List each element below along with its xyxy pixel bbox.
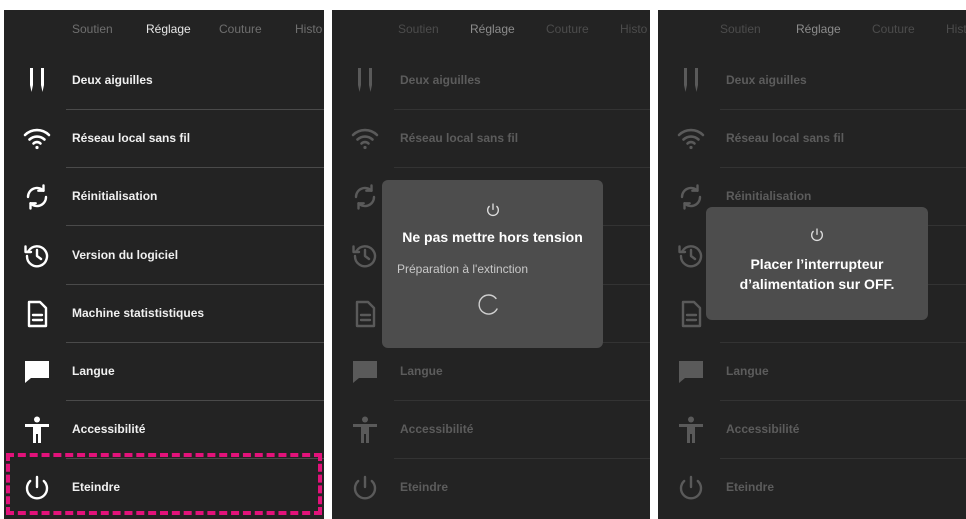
dialog-subtitle: Préparation à l'extinction [397,262,529,276]
menu-item-version-du-logiciel[interactable]: Version du logiciel [4,227,324,285]
dialog-title-line-2: d’alimentation sur OFF. [739,276,895,292]
tab-reglage: Réglage [470,22,515,36]
menu-item-label: Eteindre [400,480,449,495]
dialog-title: Ne pas mettre hors tension [402,229,583,245]
menu-item-label: Eteindre [726,480,775,495]
tab-soutien[interactable]: Soutien [72,22,113,36]
tab-soutien: Soutien [398,22,439,36]
tab-soutien: Soutien [720,22,761,36]
settings-screen-shutting-down: Soutien Réglage Couture Histo Deux aigui… [332,10,650,519]
menu-item-label: Langue [726,364,769,378]
menu-item-label: Deux aiguilles [72,73,153,87]
power-icon [676,473,706,503]
tab-reglage[interactable]: Réglage [146,22,191,36]
shutdown-dialog: Ne pas mettre hors tension Préparation à… [382,180,603,348]
menu-item-label: Réseau local sans fil [726,131,845,146]
menu-item-accessibilite: Accessibilité [658,401,966,460]
dialog-title-line-1: Placer l’interrupteur [750,256,884,272]
menu-item-label: Langue [72,364,115,378]
menu-item-label: Accessibilité [726,422,800,437]
menu-item-deux-aiguilles[interactable]: Deux aiguilles [4,52,324,110]
accessibility-icon [676,415,706,445]
power-icon [809,227,825,243]
reset-icon [350,182,380,212]
menu-item-eteindre: Eteindre [332,459,650,517]
document-icon [676,299,706,329]
eteindre-highlight [6,453,322,515]
menu-item-machine-statististiques[interactable]: Machine statististiques [4,285,324,343]
speech-bubble-icon [22,357,52,387]
reset-icon [22,182,52,212]
wifi-icon [350,124,380,154]
document-icon [350,299,380,329]
wifi-icon [676,124,706,154]
tab-bar: Soutien Réglage Couture Histo [4,10,324,50]
accessibility-icon [22,415,52,445]
software-version-icon [22,241,52,271]
menu-item-label: Langue [400,364,443,378]
document-icon [22,299,52,329]
menu-item-label: Accessibilité [400,422,474,437]
menu-item-label: Version du logiciel [72,247,179,262]
twin-needle-icon [676,66,706,96]
menu-item-label: Réinitialisation [726,189,812,204]
software-version-icon [350,241,380,271]
tab-bar: Soutien Réglage Couture Histo [658,10,966,50]
menu-item-deux-aiguilles: Deux aiguilles [658,52,966,110]
menu-item-reseau-local-sans-fil: Réseau local sans fil [658,110,966,169]
menu-item-deux-aiguilles: Deux aiguilles [332,52,650,110]
menu-item-reseau-local-sans-fil: Réseau local sans fil [332,110,650,169]
settings-screen-normal: Soutien Réglage Couture Histo Deux aigui… [4,10,324,519]
tab-couture: Couture [546,22,589,36]
menu-item-label: Deux aiguilles [726,73,807,87]
tab-couture[interactable]: Couture [219,22,262,36]
menu-item-label: Deux aiguilles [400,73,481,87]
menu-item-label: Réseau local sans fil [72,131,191,146]
loading-spinner-icon [478,294,498,315]
tab-couture: Couture [872,22,915,36]
tab-reglage: Réglage [796,22,841,36]
menu-item-accessibilite: Accessibilité [332,401,650,460]
menu-item-langue: Langue [332,343,650,401]
menu-item-accessibilite[interactable]: Accessibilité [4,401,324,460]
menu-item-label: Réinitialisation [72,189,158,204]
reset-icon [676,182,706,212]
menu-item-label: Machine statististiques [72,305,205,320]
power-icon [485,202,501,218]
menu-item-label: Accessibilité [72,422,146,437]
software-version-icon [676,241,706,271]
speech-bubble-icon [350,357,380,387]
menu-item-langue[interactable]: Langue [4,343,324,401]
tab-bar: Soutien Réglage Couture Histo [332,10,650,50]
menu-item-eteindre: Eteindre [658,459,966,517]
tab-historique: Histo [946,22,966,36]
menu-item-label: Réseau local sans fil [400,131,519,146]
twin-needle-icon [350,66,380,96]
twin-needle-icon [22,66,52,96]
menu-item-reseau-local-sans-fil[interactable]: Réseau local sans fil [4,110,324,169]
speech-bubble-icon [676,357,706,387]
tab-historique: Histo [620,22,648,36]
tab-historique[interactable]: Histo [295,22,322,36]
switch-off-dialog: Placer l’interrupteur d’alimentation sur… [706,207,928,320]
accessibility-icon [350,415,380,445]
settings-screen-switch-off: Soutien Réglage Couture Histo Deux aigui… [658,10,966,519]
menu-item-langue: Langue [658,343,966,401]
power-icon [350,473,380,503]
wifi-icon [22,124,52,154]
menu-item-reinitialisation[interactable]: Réinitialisation [4,168,324,227]
